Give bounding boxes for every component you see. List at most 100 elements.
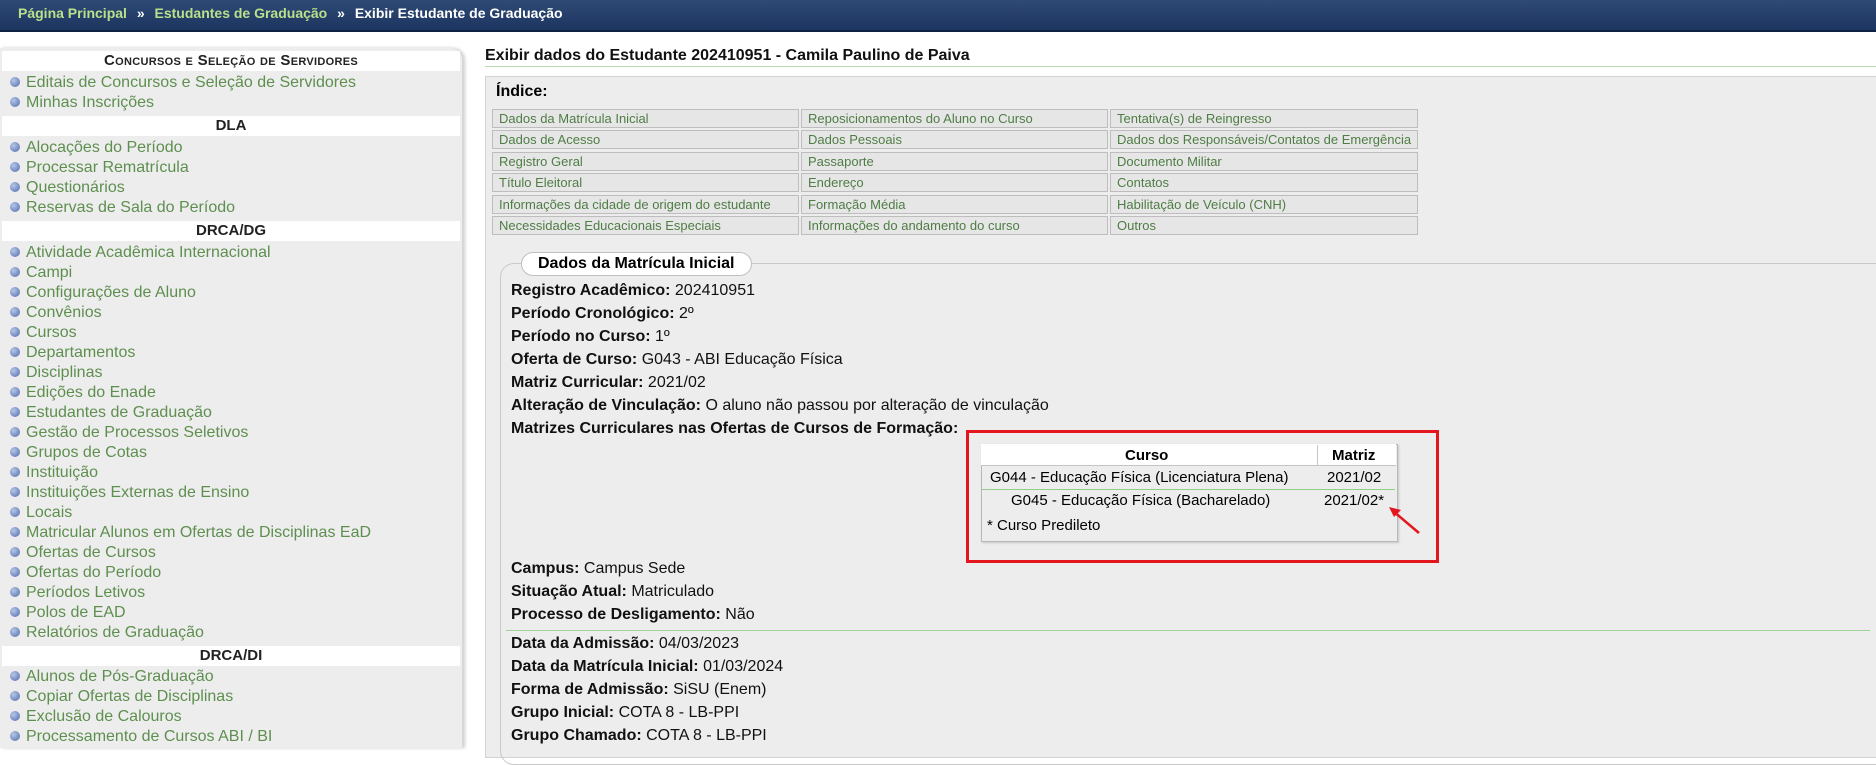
field-grupo-chamado: Grupo Chamado: COTA 8 - LB-PPI <box>511 727 767 744</box>
index-label: Índice: <box>496 83 548 100</box>
field-forma-de-admissao: Forma de Admissão: SiSU (Enem) <box>511 681 767 698</box>
bullet-icon <box>10 142 20 152</box>
bullet-icon <box>10 627 20 637</box>
breadcrumb-separator: » <box>136 5 145 21</box>
index-link[interactable]: Passaporte <box>801 152 1108 171</box>
sidebar-item[interactable]: Reservas de Sala do Período <box>10 198 235 218</box>
sidebar-item[interactable]: Exclusão de Calouros <box>10 707 182 727</box>
sidebar-item[interactable]: Departamentos <box>10 343 135 363</box>
index-link[interactable]: Informações do andamento do curso <box>801 216 1108 235</box>
arrow-shaft <box>1392 510 1420 534</box>
breadcrumb-students-link[interactable]: Estudantes de Graduação <box>155 5 328 21</box>
sidebar-item[interactable]: Copiar Ofertas de Disciplinas <box>10 687 233 707</box>
sidebar-item[interactable]: Disciplinas <box>10 363 102 383</box>
sidebar-section-drca-dg: DRCA/DG <box>2 221 460 241</box>
bullet-icon <box>10 287 20 297</box>
bullet-icon <box>10 427 20 437</box>
index-link[interactable]: Formação Média <box>801 195 1108 214</box>
sidebar-item[interactable]: Processamento de Cursos ABI / BI <box>10 727 272 747</box>
index-link[interactable]: Habilitação de Veículo (CNH) <box>1110 195 1418 214</box>
field-periodo-cronologico: Período Cronológico: 2º <box>511 305 694 322</box>
index-link[interactable]: Tentativa(s) de Reingresso <box>1110 109 1418 128</box>
sidebar-item[interactable]: Atividade Acadêmica Internacional <box>10 243 271 263</box>
bullet-icon <box>10 731 20 741</box>
sidebar-item[interactable]: Configurações de Aluno <box>10 283 196 303</box>
sidebar-item[interactable]: Gestão de Processos Seletivos <box>10 423 248 443</box>
bullet-icon <box>10 202 20 212</box>
field-situacao-atual: Situação Atual: Matriculado <box>511 583 715 600</box>
index-link[interactable]: Título Eleitoral <box>492 173 799 192</box>
index-link[interactable]: Outros <box>1110 216 1418 235</box>
sidebar-item[interactable]: Edições do Enade <box>10 383 156 403</box>
top-navigation-bar: Página Principal » Estudantes de Graduaç… <box>0 0 1876 32</box>
sidebar-item[interactable]: Relatórios de Graduação <box>10 623 204 643</box>
index-link[interactable]: Dados Pessoais <box>801 130 1108 149</box>
bullet-icon <box>10 711 20 721</box>
index-link[interactable]: Informações da cidade de origem do estud… <box>492 195 799 214</box>
title-divider <box>485 66 1876 67</box>
sidebar-item[interactable]: Convênios <box>10 303 102 323</box>
bullet-icon <box>10 527 20 537</box>
breadcrumb-home-link[interactable]: Página Principal <box>18 5 127 21</box>
section-title: Dados da Matrícula Inicial <box>521 252 752 276</box>
sidebar-item[interactable]: Editais de Concursos e Seleção de Servid… <box>10 73 356 93</box>
sidebar-section-drca-di: DRCA/DI <box>2 646 460 666</box>
index-link[interactable]: Dados da Matrícula Inicial <box>492 109 799 128</box>
index-link[interactable]: Endereço <box>801 173 1108 192</box>
sidebar-item[interactable]: Instituição <box>10 463 98 483</box>
sidebar-item[interactable]: Grupos de Cotas <box>10 443 147 463</box>
sidebar-item-estudantes-de-graduacao[interactable]: Estudantes de Graduação <box>10 403 212 423</box>
bullet-icon <box>10 691 20 701</box>
highlight-annotation-box <box>966 430 1439 563</box>
bullet-icon <box>10 182 20 192</box>
sidebar-section-dla: DLA <box>2 116 460 136</box>
bullet-icon <box>10 507 20 517</box>
bullet-icon <box>10 162 20 172</box>
index-link[interactable]: Necessidades Educacionais Especiais <box>492 216 799 235</box>
sidebar-item[interactable]: Períodos Letivos <box>10 583 145 603</box>
sidebar-item[interactable]: Minhas Inscrições <box>10 93 154 113</box>
bullet-icon <box>10 77 20 87</box>
index-link[interactable]: Registro Geral <box>492 152 799 171</box>
bullet-icon <box>10 671 20 681</box>
sidebar-item[interactable]: Ofertas do Período <box>10 563 161 583</box>
breadcrumb: Página Principal » Estudantes de Graduaç… <box>18 5 563 21</box>
breadcrumb-current: Exibir Estudante de Graduação <box>354 5 563 21</box>
sidebar-item[interactable]: Ofertas de Cursos <box>10 543 156 563</box>
sidebar-item[interactable]: Alunos de Pós-Graduação <box>10 667 214 687</box>
bullet-icon <box>10 467 20 477</box>
arrow-annotation-icon <box>1389 507 1420 534</box>
index-link[interactable]: Dados de Acesso <box>492 130 799 149</box>
sidebar-item[interactable]: Locais <box>10 503 72 523</box>
index-link[interactable]: Reposicionamentos do Aluno no Curso <box>801 109 1108 128</box>
field-grupo-inicial: Grupo Inicial: COTA 8 - LB-PPI <box>511 704 740 721</box>
sidebar-item[interactable]: Processar Rematrícula <box>10 158 189 178</box>
sidebar-item[interactable]: Instituições Externas de Ensino <box>10 483 249 503</box>
field-matriz-curricular: Matriz Curricular: 2021/02 <box>511 374 706 391</box>
sidebar-item[interactable]: Questionários <box>10 178 125 198</box>
sidebar-item[interactable]: Polos de EAD <box>10 603 126 623</box>
bullet-icon <box>10 307 20 317</box>
bullet-icon <box>10 97 20 107</box>
bullet-icon <box>10 607 20 617</box>
bullet-icon <box>10 347 20 357</box>
breadcrumb-separator: » <box>337 5 345 21</box>
index-link[interactable]: Dados dos Responsáveis/Contatos de Emerg… <box>1110 130 1418 149</box>
section-divider <box>506 630 1870 631</box>
index-link[interactable]: Documento Militar <box>1110 152 1418 171</box>
sidebar-item[interactable]: Campi <box>10 263 72 283</box>
sidebar-item[interactable]: Cursos <box>10 323 77 343</box>
field-alteracao-de-vinculacao: Alteração de Vinculação: O aluno não pas… <box>511 397 1049 414</box>
field-oferta-de-curso: Oferta de Curso: G043 - ABI Educação Fís… <box>511 351 843 368</box>
bullet-icon <box>10 447 20 457</box>
field-data-da-admissao: Data da Admissão: 04/03/2023 <box>511 635 739 652</box>
index-link[interactable]: Contatos <box>1110 173 1418 192</box>
sidebar-item[interactable]: Matricular Alunos em Ofertas de Discipli… <box>10 523 371 543</box>
bullet-icon <box>10 567 20 577</box>
field-campus: Campus: Campus Sede <box>511 560 686 577</box>
sidebar-item[interactable]: Alocações do Período <box>10 138 183 158</box>
bullet-icon <box>10 327 20 337</box>
page-title: Exibir dados do Estudante 202410951 - Ca… <box>485 47 970 64</box>
bullet-icon <box>10 407 20 417</box>
bullet-icon <box>10 267 20 277</box>
